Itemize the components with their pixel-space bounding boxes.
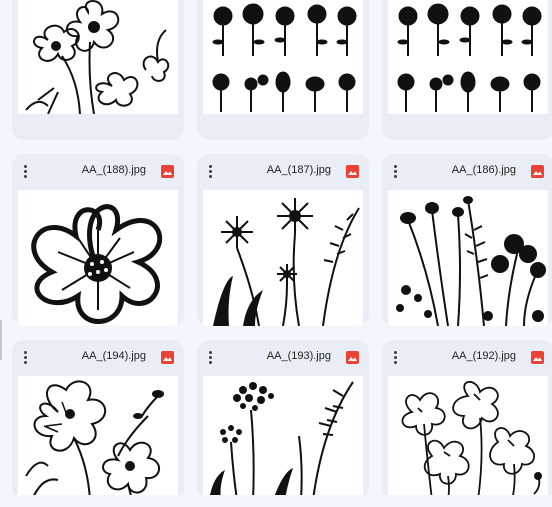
image-file-icon — [161, 165, 174, 178]
file-card[interactable]: AA_(186).jpg — [382, 154, 552, 326]
file-card[interactable] — [12, 0, 184, 140]
file-thumbnail[interactable] — [18, 376, 178, 500]
file-card[interactable]: AA_(193).jpg — [197, 340, 369, 500]
image-file-icon — [346, 165, 359, 178]
file-name: AA_(192).jpg — [451, 350, 516, 362]
kebab-menu-icon[interactable] — [388, 348, 402, 366]
file-thumbnail[interactable] — [203, 0, 363, 114]
file-thumbnail[interactable] — [203, 190, 363, 326]
file-thumbnail[interactable] — [18, 0, 178, 114]
file-thumbnail[interactable] — [388, 190, 548, 326]
file-card-header: AA_(188).jpg — [12, 154, 184, 188]
file-card-header: AA_(187).jpg — [197, 154, 369, 188]
file-card-header: AA_(186).jpg — [382, 154, 552, 188]
kebab-menu-icon[interactable] — [203, 162, 217, 180]
image-file-icon — [531, 351, 544, 364]
image-file-icon — [346, 351, 359, 364]
file-name: AA_(193).jpg — [266, 350, 331, 362]
file-card[interactable] — [197, 0, 369, 140]
bottom-strip — [0, 495, 552, 507]
file-card-header: AA_(193).jpg — [197, 340, 369, 374]
image-file-icon — [531, 165, 544, 178]
kebab-menu-icon[interactable] — [18, 348, 32, 366]
kebab-menu-icon[interactable] — [388, 162, 402, 180]
kebab-menu-icon[interactable] — [18, 162, 32, 180]
file-card[interactable]: AA_(194).jpg — [12, 340, 184, 500]
kebab-menu-icon[interactable] — [203, 348, 217, 366]
file-name: AA_(187).jpg — [266, 164, 331, 176]
file-card[interactable]: AA_(187).jpg — [197, 154, 369, 326]
image-file-icon — [161, 351, 174, 364]
file-thumbnail[interactable] — [388, 376, 548, 500]
file-card-header: AA_(194).jpg — [12, 340, 184, 374]
file-name: AA_(186).jpg — [451, 164, 516, 176]
file-card[interactable] — [382, 0, 552, 140]
file-name: AA_(188).jpg — [81, 164, 146, 176]
file-card[interactable]: AA_(192).jpg — [382, 340, 552, 500]
file-thumbnail[interactable] — [388, 0, 548, 114]
file-thumbnail[interactable] — [18, 190, 178, 326]
scroll-edge — [0, 320, 2, 360]
file-card-header: AA_(192).jpg — [382, 340, 552, 374]
file-name: AA_(194).jpg — [81, 350, 146, 362]
file-thumbnail[interactable] — [203, 376, 363, 500]
file-card[interactable]: AA_(188).jpg — [12, 154, 184, 326]
